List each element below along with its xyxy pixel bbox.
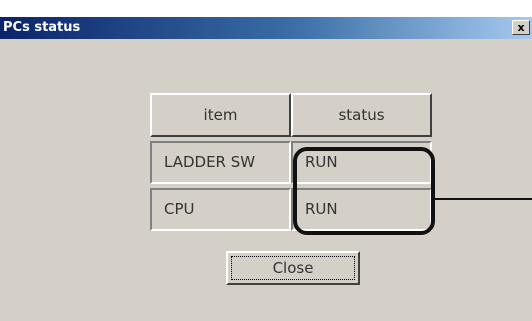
header-status: status <box>291 93 432 137</box>
header-item: item <box>150 93 291 137</box>
close-button[interactable]: Close <box>226 251 360 285</box>
row-cpu-item: CPU <box>150 188 291 231</box>
row-ladder-sw-item: LADDER SW <box>150 141 291 184</box>
title-bar: PCs status x <box>0 17 532 39</box>
close-button-label: Close <box>231 256 355 280</box>
close-icon[interactable]: x <box>512 20 530 35</box>
window-title: PCs status <box>3 20 81 35</box>
status-highlight-box <box>293 147 435 235</box>
callout-line <box>435 198 532 200</box>
